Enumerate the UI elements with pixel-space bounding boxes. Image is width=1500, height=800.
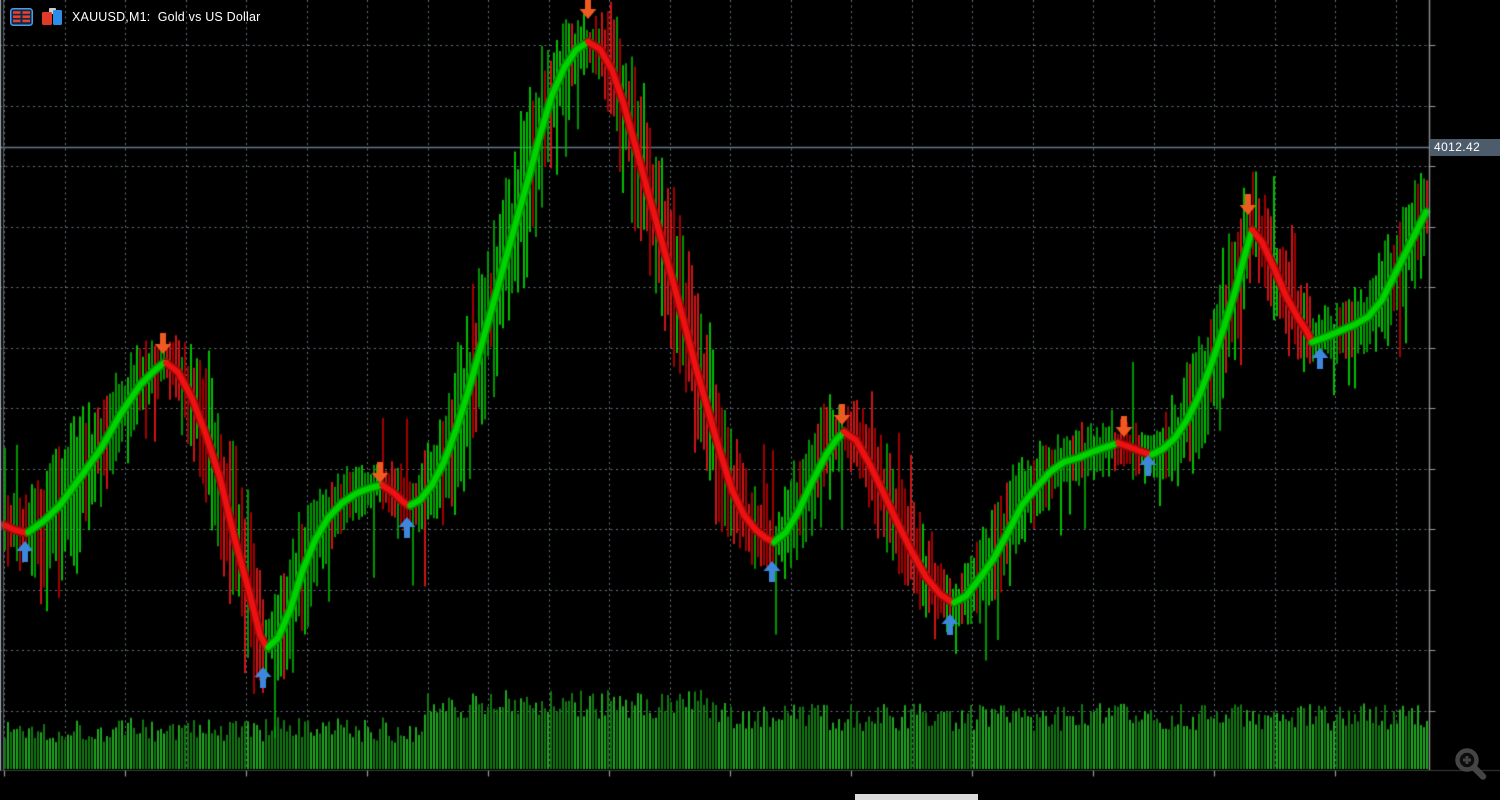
scrollbar-thumb[interactable] — [855, 794, 978, 800]
market-watch-icon[interactable] — [10, 8, 33, 26]
current-price-badge: 4012.42 — [1430, 139, 1500, 157]
zoom-indicator-icon[interactable] — [1450, 745, 1492, 794]
chart-window-icon[interactable] — [42, 8, 63, 26]
horizontal-scrollbar[interactable] — [0, 793, 1449, 800]
price-scale[interactable]: 4020.304015.654011.004006.354001.703997.… — [1430, 0, 1500, 770]
chart-canvas[interactable] — [0, 0, 1500, 800]
chart-symbol-title: XAUUSD,M1: Gold vs US Dollar — [72, 10, 261, 24]
chart-title-bar: XAUUSD,M1: Gold vs US Dollar — [10, 8, 260, 26]
mt5-chart-window: XAUUSD,M1: Gold vs US Dollar 4020.304015… — [0, 0, 1500, 800]
